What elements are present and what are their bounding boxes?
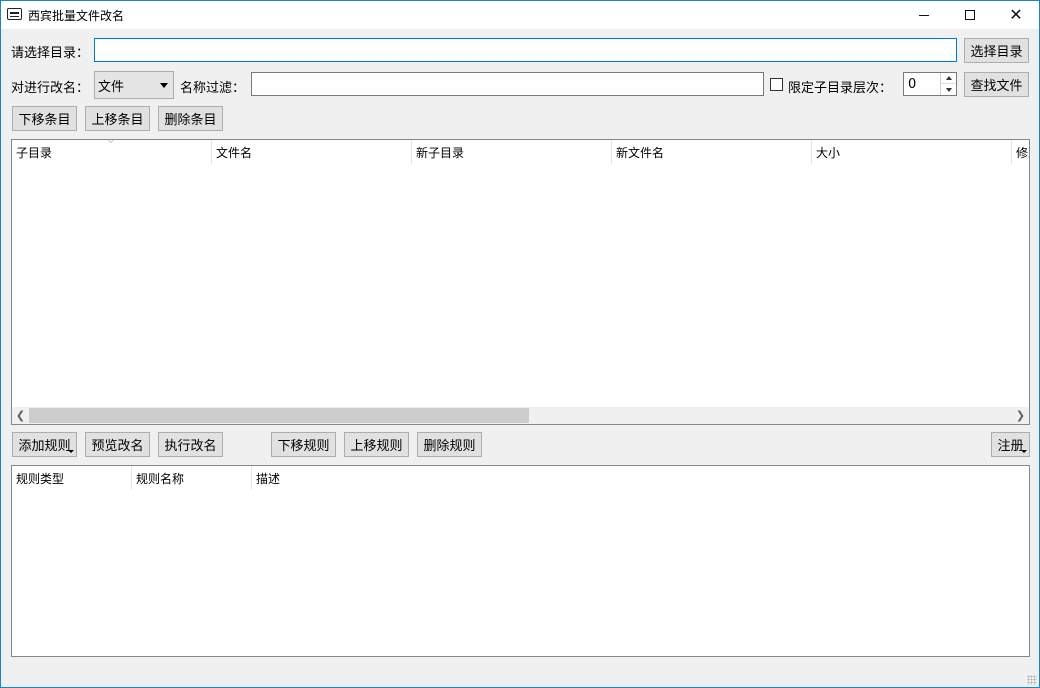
move-rule-down-button[interactable]: 下移规则 xyxy=(271,432,336,457)
arrow-up-icon xyxy=(945,76,952,80)
execute-rename-button[interactable]: 执行改名 xyxy=(158,432,223,457)
rule-list-header: 规则类型 规则名称 描述 xyxy=(12,466,1029,490)
stepper-buttons xyxy=(940,73,956,95)
directory-input[interactable] xyxy=(94,38,957,62)
stepper-down-button[interactable] xyxy=(941,84,956,95)
rule-list[interactable]: 规则类型 规则名称 描述 xyxy=(11,465,1030,657)
register-label: 注册 xyxy=(997,439,1024,454)
depth-stepper[interactable]: 0 xyxy=(903,72,957,96)
scroll-left-button[interactable]: ❮ xyxy=(12,407,29,424)
move-item-down-button[interactable]: 下移条目 xyxy=(12,106,77,131)
directory-label: 请选择目录： xyxy=(11,46,90,61)
resize-grip[interactable] xyxy=(1027,675,1037,685)
column-header-new-filename[interactable]: 新文件名 xyxy=(612,140,812,164)
stepper-up-button[interactable] xyxy=(941,73,956,84)
limit-depth-checkbox[interactable] xyxy=(770,78,783,91)
delete-rule-button[interactable]: 删除规则 xyxy=(417,432,482,457)
column-header-description[interactable]: 描述 xyxy=(252,466,452,490)
rename-target-select[interactable]: 文件 xyxy=(94,71,174,99)
column-header-rule-type[interactable]: 规则类型 xyxy=(12,466,132,490)
choose-directory-button[interactable]: 选择目录 xyxy=(964,38,1029,63)
column-header-new-subdir[interactable]: 新子目录 xyxy=(412,140,612,164)
column-header-modified[interactable]: 修改 xyxy=(1012,140,1029,164)
file-list[interactable]: 子目录 文件名 新子目录 新文件名 大小 修改 ❮ ❯ xyxy=(11,139,1030,425)
close-icon: ✕ xyxy=(1009,5,1023,24)
add-rule-label: 添加规则 xyxy=(18,439,71,454)
limit-depth-label: 限定子目录层次： xyxy=(788,81,893,96)
name-filter-input[interactable] xyxy=(251,72,764,96)
maximize-button[interactable] xyxy=(947,1,993,29)
find-files-button[interactable]: 查找文件 xyxy=(964,72,1029,97)
register-button[interactable]: 注册 xyxy=(991,432,1030,457)
add-rule-button[interactable]: 添加规则 xyxy=(12,432,77,457)
scrollbar-thumb[interactable] xyxy=(29,408,529,423)
chevron-right-icon: ❯ xyxy=(1015,409,1026,422)
dropdown-arrow-icon xyxy=(1021,450,1027,453)
dropdown-arrow-icon xyxy=(68,450,74,453)
close-button[interactable]: ✕ xyxy=(993,1,1039,29)
arrow-down-icon xyxy=(945,87,952,92)
move-rule-up-button[interactable]: 上移规则 xyxy=(344,432,409,457)
minimize-button[interactable] xyxy=(901,1,947,29)
name-filter-label: 名称过滤： xyxy=(180,81,246,96)
minimize-icon xyxy=(919,14,929,16)
delete-item-button[interactable]: 删除条目 xyxy=(158,106,223,131)
window-title: 西宾批量文件改名 xyxy=(28,9,125,23)
column-header-size[interactable]: 大小 xyxy=(812,140,1012,164)
move-item-up-button[interactable]: 上移条目 xyxy=(85,106,150,131)
column-header-subdir[interactable]: 子目录 xyxy=(12,140,212,164)
app-window: 西宾批量文件改名 ✕ 请选择目录： 选择目录 对进行改名： 文件 名称过滤： 限… xyxy=(0,0,1040,688)
horizontal-scrollbar[interactable]: ❮ ❯ xyxy=(12,407,1029,424)
column-header-rule-name[interactable]: 规则名称 xyxy=(132,466,252,490)
preview-rename-button[interactable]: 预览改名 xyxy=(85,432,150,457)
column-header-filename[interactable]: 文件名 xyxy=(212,140,412,164)
title-bar[interactable]: 西宾批量文件改名 ✕ xyxy=(1,1,1039,29)
scroll-right-button[interactable]: ❯ xyxy=(1012,407,1029,424)
chevron-left-icon: ❮ xyxy=(15,409,26,422)
chevron-down-icon xyxy=(160,83,168,88)
app-icon xyxy=(7,8,22,20)
maximize-icon xyxy=(965,10,975,20)
rename-target-label: 对进行改名： xyxy=(11,81,90,96)
depth-value: 0 xyxy=(908,76,917,92)
rename-target-value: 文件 xyxy=(98,79,125,95)
file-list-header: 子目录 文件名 新子目录 新文件名 大小 修改 xyxy=(12,140,1029,164)
